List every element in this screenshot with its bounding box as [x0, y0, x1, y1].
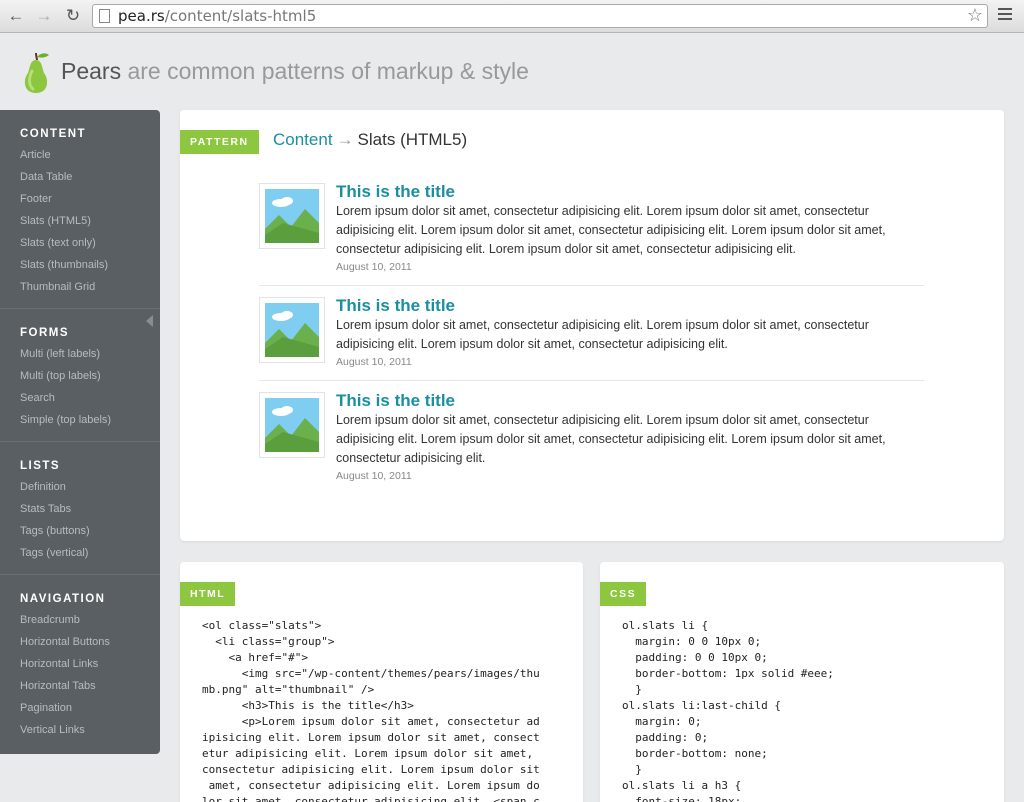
- sidebar-nav: CONTENT Article Data Table Footer Slats (HTM…: [0, 110, 160, 754]
- url-path: /content/slats-html5: [164, 7, 317, 25]
- sidebar-item[interactable]: Slats (text only): [20, 232, 140, 254]
- slat-title[interactable]: This is the title: [336, 391, 924, 411]
- sidebar-item[interactable]: Tags (buttons): [20, 520, 140, 542]
- thumbnail-image[interactable]: [259, 392, 325, 458]
- page-icon: [99, 9, 110, 23]
- sidebar-heading: FORMS: [20, 327, 70, 339]
- sidebar-item[interactable]: Thumbnail Grid: [20, 276, 140, 298]
- url-domain: pea.rs: [118, 7, 165, 25]
- address-bar[interactable]: pea.rs/content/slats-html5 ☆: [92, 4, 988, 28]
- slat-item[interactable]: This is the title Lorem ipsum dolor sit a…: [259, 391, 924, 494]
- slat-text: Lorem ipsum dolor sit amet, consectetur …: [336, 318, 869, 351]
- breadcrumb-arrow-icon: →: [336, 130, 354, 149]
- sidebar-item[interactable]: Simple (top labels): [20, 409, 140, 431]
- sidebar-item[interactable]: Search: [20, 387, 140, 409]
- browser-toolbar: ← → ↻ pea.rs/content/slats-html5 ☆: [0, 0, 1024, 33]
- html-tag: HTML: [180, 582, 236, 606]
- breadcrumb-current: Slats (HTML5): [357, 130, 468, 149]
- slat-body: This is the title Lorem ipsum dolor sit a…: [336, 391, 924, 484]
- tagline-text: are common patterns of markup & style: [121, 58, 529, 84]
- breadcrumb-link-content[interactable]: Content: [273, 130, 333, 149]
- thumbnail-image[interactable]: [259, 297, 325, 363]
- slat-text: Lorem ipsum dolor sit amet, consectetur …: [336, 413, 886, 465]
- forward-arrow-icon[interactable]: →: [34, 6, 54, 26]
- slat-body: This is the title Lorem ipsum dolor sit a…: [336, 296, 924, 370]
- sidebar-item[interactable]: Tags (vertical): [20, 542, 140, 564]
- breadcrumb: Content → Slats (HTML5): [273, 130, 467, 150]
- sidebar-section-lists: LISTS Definition Stats Tabs Tags (buttons) T…: [0, 442, 160, 575]
- sidebar-item[interactable]: Definition: [20, 476, 140, 498]
- browser-menu-icon[interactable]: [998, 8, 1012, 23]
- sidebar-section-navigation: NAVIGATION Breadcrumb Horizontal Buttons Ho…: [0, 575, 160, 751]
- slat-date: August 10, 2011: [336, 261, 412, 273]
- html-code-block: <ol class="slats"> <li class="group"> <a…: [202, 619, 540, 802]
- slat-date: August 10, 2011: [336, 356, 412, 368]
- thumbnail-image[interactable]: [259, 183, 325, 249]
- slat-title[interactable]: This is the title: [336, 296, 924, 316]
- sidebar-item[interactable]: Horizontal Tabs: [20, 675, 140, 697]
- slat-item[interactable]: This is the title Lorem ipsum dolor sit a…: [259, 296, 924, 381]
- sidebar-item[interactable]: Article: [20, 144, 140, 166]
- sidebar-item[interactable]: Footer: [20, 188, 140, 210]
- slat-item[interactable]: This is the title Lorem ipsum dolor sit a…: [259, 182, 924, 286]
- sidebar-section-content: CONTENT Article Data Table Footer Slats (HTM…: [0, 110, 160, 309]
- sidebar-heading: NAVIGATION: [20, 593, 106, 605]
- sidebar-item[interactable]: Multi (top labels): [20, 365, 140, 387]
- sidebar-item[interactable]: Stats Tabs: [20, 498, 140, 520]
- sidebar-section-forms: FORMS Multi (left labels) Multi (top label…: [0, 309, 160, 442]
- sidebar-item[interactable]: Multi (left labels): [20, 343, 140, 365]
- sidebar-collapse-icon[interactable]: [146, 315, 153, 327]
- css-code-block: ol.slats li { margin: 0 0 10px 0; paddin…: [622, 619, 834, 802]
- html-code-panel: HTML <ol class="slats"> <li class="group…: [180, 562, 583, 802]
- bookmark-star-icon[interactable]: ☆: [967, 5, 983, 26]
- pear-logo-icon[interactable]: [19, 49, 53, 95]
- css-tag: CSS: [600, 582, 647, 606]
- url-text: pea.rs/content/slats-html5: [118, 7, 316, 25]
- pattern-panel: PATTERN Content → Slats (HTML5) This is th…: [180, 110, 1004, 541]
- sidebar-item[interactable]: Horizontal Buttons: [20, 631, 140, 653]
- sidebar-item[interactable]: Slats (thumbnails): [20, 254, 140, 276]
- site-tagline: Pears are common patterns of markup & st…: [61, 58, 529, 85]
- back-arrow-icon[interactable]: ←: [6, 6, 26, 26]
- css-code-panel: CSS ol.slats li { margin: 0 0 10px 0; pa…: [600, 562, 1004, 802]
- sidebar-item[interactable]: Vertical Links: [20, 719, 140, 741]
- pattern-tag: PATTERN: [180, 130, 259, 154]
- sidebar-item[interactable]: Breadcrumb: [20, 609, 140, 631]
- slat-title[interactable]: This is the title: [336, 182, 924, 202]
- slat-text: Lorem ipsum dolor sit amet, consectetur …: [336, 204, 886, 256]
- sidebar-item[interactable]: Slats (HTML5): [20, 210, 140, 232]
- sidebar-heading: LISTS: [20, 460, 61, 472]
- sidebar-item[interactable]: Horizontal Links: [20, 653, 140, 675]
- sidebar-item[interactable]: Data Table: [20, 166, 140, 188]
- reload-icon[interactable]: ↻: [63, 6, 83, 26]
- sidebar-item[interactable]: Pagination: [20, 697, 140, 719]
- slat-date: August 10, 2011: [336, 470, 412, 482]
- slats-list: This is the title Lorem ipsum dolor sit a…: [259, 182, 924, 504]
- brand-name[interactable]: Pears: [61, 58, 121, 84]
- sidebar-heading: CONTENT: [20, 128, 87, 140]
- slat-body: This is the title Lorem ipsum dolor sit a…: [336, 182, 924, 275]
